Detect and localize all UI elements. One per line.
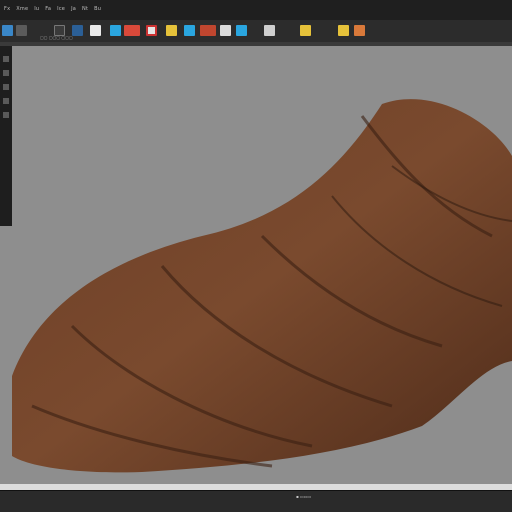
tool-button-4[interactable] <box>3 98 9 104</box>
title-bar: Fx Xme Iu Fa Ice Ja Nt Bu <box>0 0 512 20</box>
menu-item-7[interactable]: Nt <box>82 4 88 14</box>
extra-icon[interactable] <box>354 25 365 36</box>
menu-item-6[interactable]: Ja <box>71 4 76 14</box>
wood-model <box>12 99 512 473</box>
snap-icon[interactable] <box>300 25 311 36</box>
settings-icon[interactable] <box>338 25 349 36</box>
status-bar: ▪ ▭▭▭ <box>0 490 512 512</box>
tool-button-3[interactable] <box>3 84 9 90</box>
menu-item-2[interactable]: Xme <box>16 4 28 14</box>
toolbar-caption: ▢▢ ▢▢▢ ▢▢▢ <box>40 35 73 40</box>
wood-body <box>12 99 512 473</box>
rotate-icon[interactable] <box>16 25 27 36</box>
grid-icon[interactable] <box>264 25 275 36</box>
menu-item-8[interactable]: Bu <box>94 4 101 14</box>
sculpt-icon[interactable] <box>146 25 157 36</box>
bucket-icon[interactable] <box>90 25 101 36</box>
brush-icon[interactable] <box>110 25 121 36</box>
menu-item-5[interactable]: Ice <box>57 4 65 14</box>
layers-icon[interactable] <box>166 25 177 36</box>
menu-item-1[interactable]: Fx <box>4 4 10 14</box>
tool-button-1[interactable] <box>3 56 9 62</box>
app-window: Fx Xme Iu Fa Ice Ja Nt Bu ▢▢ ▢▢▢ ▢▢▢ ▪ ▭… <box>0 0 512 512</box>
status-text: ▪ ▭▭▭ <box>296 494 312 499</box>
tool-button-2[interactable] <box>3 70 9 76</box>
menu-bar: Fx Xme Iu Fa Ice Ja Nt Bu <box>0 4 101 14</box>
red-icon[interactable] <box>124 25 140 36</box>
menu-item-4[interactable]: Fa <box>45 4 51 14</box>
toolbar: ▢▢ ▢▢▢ ▢▢▢ <box>0 20 512 43</box>
select-icon[interactable] <box>72 25 83 36</box>
3d-viewport[interactable] <box>12 46 512 498</box>
menu-item-3[interactable]: Iu <box>34 4 39 14</box>
material-icon[interactable] <box>236 25 247 36</box>
camera-icon[interactable] <box>200 25 216 36</box>
tool-button-5[interactable] <box>3 112 9 118</box>
render-icon[interactable] <box>220 25 231 36</box>
light-icon[interactable] <box>184 25 195 36</box>
move-icon[interactable] <box>2 25 13 36</box>
